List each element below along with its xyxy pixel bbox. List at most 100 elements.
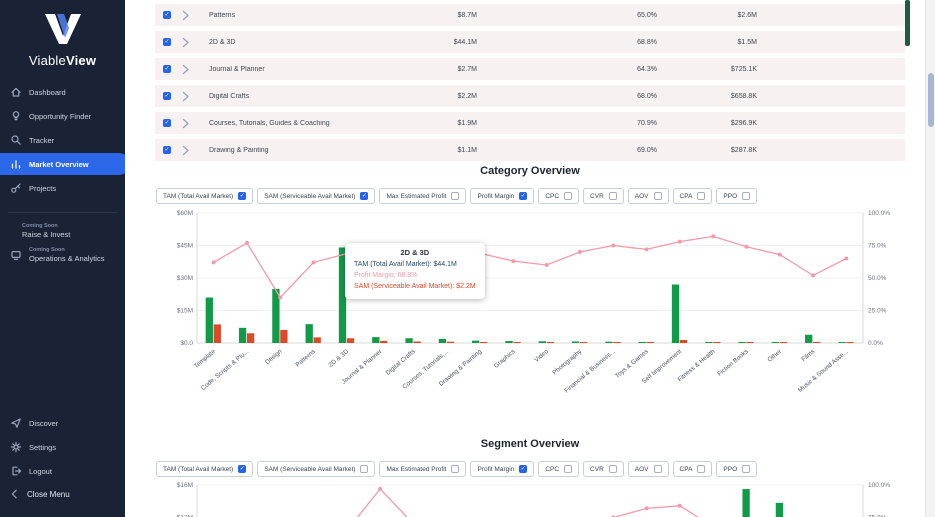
table-row[interactable]: ✓2D & 3D$44.1M68.8%$1.5M [155,31,905,53]
segment-filter-profit-margin[interactable]: Profit Margin✓ [470,461,534,477]
bar-tam[interactable] [206,298,213,344]
bar-tam[interactable] [239,328,246,343]
bar-sam[interactable] [447,342,454,343]
checkbox-icon[interactable] [697,465,705,473]
checkbox-icon[interactable] [742,465,750,473]
sidebar-item-projects[interactable]: Projects [0,176,125,200]
bar-tam[interactable] [805,335,812,343]
sidebar-item-raise-invest[interactable]: Coming Soon Raise & Invest [0,219,125,243]
bar-tam[interactable] [738,342,745,343]
checkbox-icon[interactable] [451,465,459,473]
segment-filter-aov[interactable]: AOV [628,461,669,477]
checkbox-icon[interactable] [742,192,750,200]
category-filter-sam-serviceable-avail-market[interactable]: SAM (Serviceable Avail Market)✓ [257,188,375,204]
row-checkbox[interactable]: ✓ [163,65,171,73]
segment-filter-cpa[interactable]: CPA [673,461,713,477]
bar-tam[interactable] [742,489,749,517]
chevron-right-icon[interactable] [181,145,209,156]
chevron-right-icon[interactable] [181,37,209,48]
bar-sam[interactable] [580,342,587,343]
line-point[interactable] [711,234,715,238]
bar-tam[interactable] [705,342,712,343]
checkbox-icon[interactable] [654,465,662,473]
sidebar-item-opportunity-finder[interactable]: Opportunity Finder [0,104,125,128]
checkbox-icon[interactable]: ✓ [238,192,246,200]
segment-filter-tam-total-avail-market[interactable]: TAM (Total Avail Market)✓ [156,461,253,477]
row-checkbox[interactable]: ✓ [163,119,171,127]
sidebar-item-operations-analytics[interactable]: Coming Soon Operations & Analytics [0,243,125,267]
chevron-right-icon[interactable] [181,91,209,102]
bar-sam[interactable] [413,341,420,343]
bar-tam[interactable] [838,342,845,343]
bar-sam[interactable] [513,342,520,343]
table-row[interactable]: ✓Courses, Tutorials, Guides & Coaching$1… [155,112,905,134]
category-filter-cvr[interactable]: CVR [583,188,624,204]
category-filter-cpc[interactable]: CPC [538,188,579,204]
table-scrollbar[interactable] [905,0,910,160]
line-point[interactable] [578,250,582,254]
line-point[interactable] [744,245,748,249]
sidebar-item-settings[interactable]: Settings [0,435,125,459]
bar-sam[interactable] [380,341,387,343]
line-point[interactable] [678,504,682,508]
line-point[interactable] [645,247,649,251]
bar-tam[interactable] [505,341,512,343]
bar-tam[interactable] [605,342,612,343]
bar-sam[interactable] [780,342,787,343]
bar-sam[interactable] [613,342,620,343]
bar-tam[interactable] [572,341,579,343]
table-scrollbar-thumb[interactable] [905,0,910,46]
sidebar-item-discover[interactable]: Discover [0,411,125,435]
bar-tam[interactable] [472,341,479,343]
category-filter-ppo[interactable]: PPO [716,188,757,204]
checkbox-icon[interactable] [564,465,572,473]
line-point[interactable] [645,506,649,510]
table-row[interactable]: ✓Digital Crafts$2.2M68.0%$658.8K [155,85,905,107]
checkbox-icon[interactable] [609,465,617,473]
segment-filter-max-estimated-profit[interactable]: Max Estimated Profit [379,461,466,477]
line-point[interactable] [245,241,249,245]
chevron-right-icon[interactable] [181,118,209,129]
bar-sam[interactable] [746,342,753,343]
window-scrollbar-thumb[interactable] [928,73,934,127]
row-checkbox[interactable]: ✓ [163,38,171,46]
checkbox-icon[interactable] [697,192,705,200]
segment-filter-cpc[interactable]: CPC [538,461,579,477]
row-checkbox[interactable]: ✓ [163,11,171,19]
line-point[interactable] [844,257,848,261]
close-menu-button[interactable]: Close Menu [0,483,125,505]
table-row[interactable]: ✓Patterns$8.7M65.0%$2.6M [155,4,905,26]
bar-sam[interactable] [680,340,687,343]
line-point[interactable] [611,244,615,248]
category-filter-cpa[interactable]: CPA [673,188,713,204]
segment-filter-sam-serviceable-avail-market[interactable]: SAM (Serviceable Avail Market) [257,461,375,477]
bar-sam[interactable] [280,330,287,343]
bar-sam[interactable] [214,324,221,343]
chevron-right-icon[interactable] [181,64,209,75]
bar-sam[interactable] [846,342,853,343]
window-scrollbar[interactable] [925,0,935,517]
line-point[interactable] [545,263,549,267]
checkbox-icon[interactable] [360,465,368,473]
checkbox-icon[interactable]: ✓ [238,465,246,473]
line-point[interactable] [778,253,782,257]
bar-sam[interactable] [247,333,254,343]
checkbox-icon[interactable]: ✓ [519,192,527,200]
bar-sam[interactable] [547,342,554,343]
bar-tam[interactable] [772,342,779,343]
sidebar-item-market-overview[interactable]: Market Overview [0,153,130,175]
row-checkbox[interactable]: ✓ [163,92,171,100]
line-point[interactable] [278,296,282,300]
table-row[interactable]: ✓Journal & Planner$2.7M64.3%$725.1K [155,58,905,80]
category-filter-profit-margin[interactable]: Profit Margin✓ [470,188,534,204]
line-point[interactable] [511,259,515,263]
sidebar-item-tracker[interactable]: Tracker [0,128,125,152]
bar-tam[interactable] [439,339,446,343]
line-point[interactable] [678,240,682,244]
bar-sam[interactable] [480,342,487,343]
bar-tam[interactable] [672,285,679,344]
bar-tam[interactable] [539,341,546,343]
category-filter-max-estimated-profit[interactable]: Max Estimated Profit [379,188,466,204]
chevron-right-icon[interactable] [181,10,209,21]
sidebar-item-logout[interactable]: Logout [0,459,125,483]
